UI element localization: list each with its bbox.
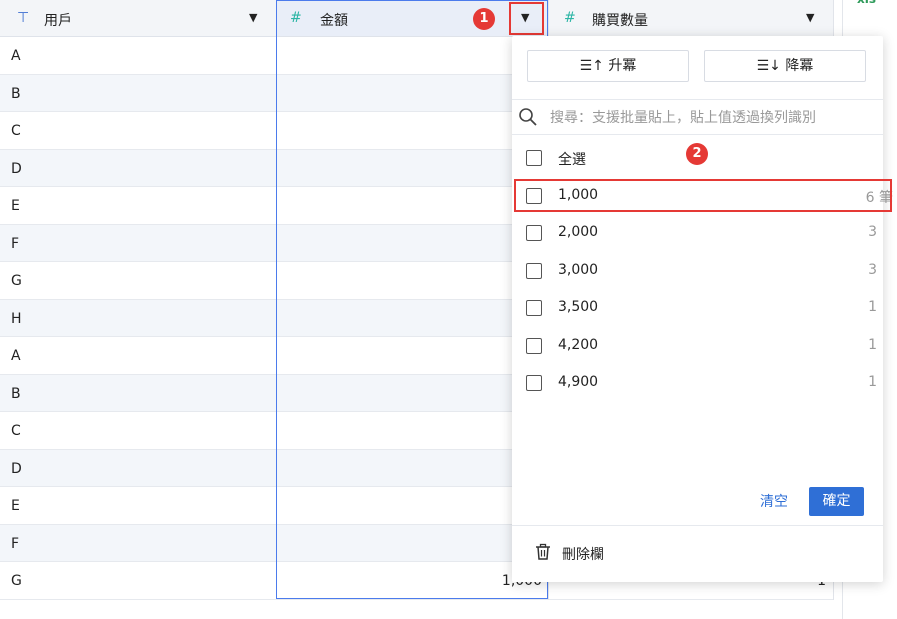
column-header-label: 用戶	[44, 13, 72, 29]
filter-option-checkbox[interactable]	[526, 375, 542, 391]
number-type-icon: #	[290, 10, 302, 26]
cell-user: E	[11, 198, 20, 214]
filter-option-value: 3,000	[558, 262, 599, 278]
filter-option[interactable]: 2,000 3	[512, 215, 883, 252]
text-type-icon: ⊤	[17, 10, 30, 26]
caret-down-icon[interactable]: ▼	[249, 11, 257, 24]
cell-user: G	[11, 573, 22, 589]
search-icon	[518, 107, 538, 131]
select-all-checkbox[interactable]	[526, 150, 542, 166]
filter-option-value: 4,900	[558, 374, 599, 390]
column-header-label: 購買數量	[592, 13, 648, 29]
sort-ascending-icon: ☰↑	[579, 58, 604, 74]
sort-ascending-label: 升冪	[608, 58, 637, 74]
sort-ascending-button[interactable]: ☰↑ 升冪	[527, 50, 689, 82]
trash-icon	[534, 543, 552, 565]
cell-user: A	[11, 348, 21, 364]
select-all-label: 全選	[558, 152, 586, 168]
panel-divider	[512, 525, 883, 526]
cell-user: H	[11, 310, 22, 327]
cell-user: D	[11, 160, 22, 177]
filter-option-count: 1	[868, 374, 877, 390]
filter-option-checkbox[interactable]	[526, 338, 542, 354]
sort-descending-button[interactable]: ☰↓ 降冪	[704, 50, 866, 82]
annotation-highlight-option	[514, 179, 892, 212]
cell-user: B	[11, 385, 21, 402]
filter-search-bar	[512, 99, 883, 135]
filter-option-checkbox[interactable]	[526, 263, 542, 279]
filter-option-value: 2,000	[558, 224, 599, 240]
sort-descending-icon: ☰↓	[756, 58, 781, 74]
filter-option[interactable]: 3,000 3	[512, 253, 883, 290]
cell-user: D	[11, 460, 22, 477]
filter-option-count: 1	[868, 299, 877, 315]
column-header-amount[interactable]: # 金額 ▼	[276, 0, 548, 37]
filter-option[interactable]: 4,200 1	[512, 328, 883, 365]
filter-search-input[interactable]	[548, 106, 872, 130]
annotation-highlight-dropdown	[509, 2, 544, 35]
filter-option-value: 4,200	[558, 337, 599, 353]
filter-option-count: 3	[868, 262, 877, 278]
filter-option-checkbox[interactable]	[526, 225, 542, 241]
cell-user: F	[11, 535, 20, 552]
clear-button[interactable]: 清空	[760, 491, 788, 511]
xls-file-icon[interactable]: xls	[857, 0, 876, 6]
column-filter-panel: ☰↑ 升冪 ☰↓ 降冪 全選 1,000 6 筆 2,000 3 3,000 3…	[512, 36, 893, 582]
sort-descending-label: 降冪	[785, 58, 814, 74]
filter-option[interactable]: 3,500 1	[512, 290, 883, 327]
cell-user: G	[11, 273, 22, 289]
cell-user: E	[11, 498, 20, 514]
cell-user: C	[11, 423, 21, 439]
filter-option-checkbox[interactable]	[526, 300, 542, 316]
filter-option[interactable]: 4,900 1	[512, 365, 883, 402]
cell-user: A	[11, 48, 21, 64]
cell-user: F	[11, 235, 20, 252]
annotation-badge-1: 1	[473, 8, 495, 30]
column-header-quantity[interactable]: # 購買數量 ▼	[548, 0, 834, 37]
number-type-icon: #	[564, 10, 576, 26]
filter-option-count: 3	[868, 224, 877, 240]
annotation-badge-2: 2	[686, 143, 708, 165]
confirm-button[interactable]: 確定	[809, 487, 864, 516]
filter-option-value: 3,500	[558, 299, 599, 315]
filter-option-count: 1	[868, 337, 877, 353]
cell-user: C	[11, 123, 21, 139]
caret-down-icon[interactable]: ▼	[806, 11, 814, 24]
column-header-label: 金額	[320, 13, 348, 29]
delete-column-button[interactable]: 刪除欄	[562, 544, 604, 564]
column-header-user[interactable]: ⊤ 用戶 ▼	[0, 0, 276, 37]
cell-user: B	[11, 85, 21, 102]
